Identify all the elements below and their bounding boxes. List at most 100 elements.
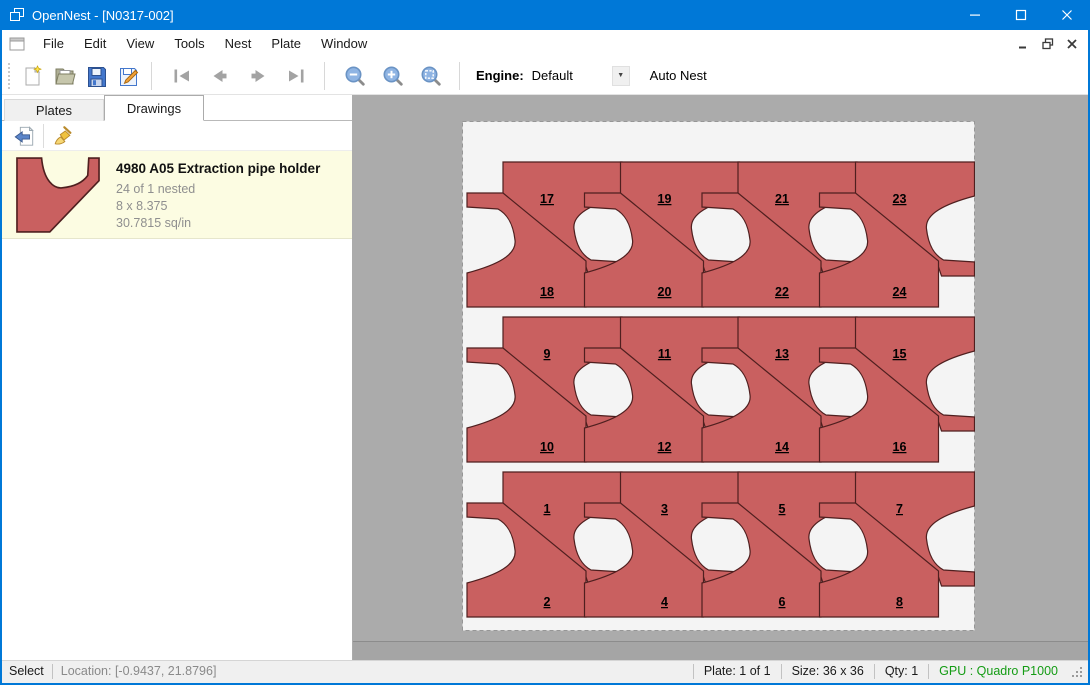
menu-file[interactable]: File [33, 32, 74, 55]
save-as-button[interactable] [113, 61, 145, 91]
status-gpu: GPU : Quadro P1000 [937, 664, 1060, 678]
part-label-13: 13 [775, 347, 789, 361]
panel-tabs: Plates Drawings [2, 95, 352, 121]
clean-broom-icon [52, 125, 74, 147]
mdi-restore-icon [1042, 38, 1054, 50]
new-file-button[interactable] [17, 61, 49, 91]
zoom-in-icon [381, 64, 405, 88]
drawing-part-shape [17, 158, 99, 232]
menu-window[interactable]: Window [311, 32, 377, 55]
part-label-15: 15 [893, 347, 907, 361]
plate[interactable]: 171819202122232491011121314151612345678 [462, 121, 975, 631]
engine-select[interactable]: Default [532, 68, 610, 83]
part-label-14: 14 [775, 440, 789, 454]
nav-prev-button[interactable] [204, 61, 236, 91]
menu-view[interactable]: View [116, 32, 164, 55]
menu-bar: FileEditViewToolsNestPlateWindow [2, 30, 1088, 57]
mdi-window-controls [1016, 37, 1088, 51]
clean-broom-button[interactable] [49, 122, 77, 150]
part-label-23: 23 [893, 192, 907, 206]
side-panel: Plates Drawings 4980 A05 Extraction pipe… [2, 95, 353, 660]
part-label-16: 16 [893, 440, 907, 454]
drawing-dimensions: 8 x 8.375 [116, 198, 320, 215]
toolbar-grip[interactable] [8, 63, 11, 89]
engine-dropdown-arrow[interactable]: ▼ [612, 66, 630, 86]
window-controls [952, 0, 1090, 30]
part-label-6: 6 [779, 595, 786, 609]
drawing-title: 4980 A05 Extraction pipe holder [116, 161, 320, 176]
part-label-22: 22 [775, 285, 789, 299]
part-label-10: 10 [540, 440, 554, 454]
part-label-21: 21 [775, 192, 789, 206]
part-label-5: 5 [779, 502, 786, 516]
save-button[interactable] [81, 61, 113, 91]
status-bar: Select Location: [-0.9437, 21.8796] Plat… [0, 660, 1090, 683]
toolbar-separator [459, 62, 460, 90]
menu-nest[interactable]: Nest [215, 32, 262, 55]
mdi-minimize-button[interactable] [1016, 37, 1032, 51]
part-label-12: 12 [658, 440, 672, 454]
part-label-7: 7 [896, 502, 903, 516]
tab-plates[interactable]: Plates [4, 99, 104, 121]
status-mode: Select [9, 664, 44, 678]
auto-nest-button[interactable]: Auto Nest [644, 64, 713, 87]
part-label-1: 1 [544, 502, 551, 516]
drawing-list-item[interactable]: 4980 A05 Extraction pipe holder 24 of 1 … [2, 151, 352, 239]
zoom-out-button[interactable] [339, 61, 371, 91]
mdi-close-button[interactable] [1064, 37, 1080, 51]
nav-next-button[interactable] [242, 61, 274, 91]
menu-tools[interactable]: Tools [164, 32, 214, 55]
import-drawing-button[interactable] [10, 122, 38, 150]
nav-last-icon [284, 64, 308, 88]
toolbar-separator [324, 62, 325, 90]
menu-plate[interactable]: Plate [261, 32, 311, 55]
nest-canvas[interactable]: 171819202122232491011121314151612345678 [353, 95, 1088, 660]
app-icon [9, 7, 25, 23]
zoom-fit-button[interactable] [415, 61, 447, 91]
nav-first-icon [170, 64, 194, 88]
import-drawing-icon [13, 125, 35, 147]
drawing-nested-count: 24 of 1 nested [116, 181, 320, 198]
horizontal-scrollbar[interactable] [353, 641, 1088, 660]
part-label-4: 4 [661, 595, 668, 609]
win-minimize-button[interactable] [952, 0, 998, 30]
drawing-thumbnail [10, 157, 106, 232]
win-maximize-icon [1015, 9, 1027, 21]
part-label-17: 17 [540, 192, 554, 206]
part-label-2: 2 [544, 595, 551, 609]
mdi-document-icon [9, 37, 25, 51]
status-location: Location: [-0.9437, 21.8796] [61, 664, 217, 678]
title-bar: OpenNest - [N0317-002] [0, 0, 1090, 30]
save-icon [85, 64, 109, 88]
part-label-20: 20 [658, 285, 672, 299]
nav-last-button[interactable] [280, 61, 312, 91]
win-close-button[interactable] [1044, 0, 1090, 30]
tab-drawings[interactable]: Drawings [104, 95, 204, 121]
mdi-restore-button[interactable] [1040, 37, 1056, 51]
win-maximize-button[interactable] [998, 0, 1044, 30]
part-label-9: 9 [544, 347, 551, 361]
main-toolbar: Engine: Default ▼ Auto Nest [2, 57, 1088, 95]
part-label-8: 8 [896, 595, 903, 609]
toolbar-separator [151, 62, 152, 90]
nav-first-button[interactable] [166, 61, 198, 91]
part-label-18: 18 [540, 285, 554, 299]
open-folder-button[interactable] [49, 61, 81, 91]
zoom-out-icon [343, 64, 367, 88]
status-size: Size: 36 x 36 [790, 664, 866, 678]
status-qty: Qty: 1 [883, 664, 920, 678]
zoom-in-button[interactable] [377, 61, 409, 91]
menu-items: FileEditViewToolsNestPlateWindow [33, 32, 377, 55]
win-minimize-icon [969, 9, 981, 21]
part-label-11: 11 [658, 347, 671, 361]
save-as-icon [117, 64, 141, 88]
open-folder-icon [53, 64, 77, 88]
nav-prev-icon [208, 64, 232, 88]
drawing-area: 30.7815 sq/in [116, 215, 320, 232]
menu-edit[interactable]: Edit [74, 32, 116, 55]
part-label-3: 3 [661, 502, 668, 516]
window-title: OpenNest - [N0317-002] [32, 8, 174, 23]
part-label-19: 19 [658, 192, 672, 206]
nav-next-icon [246, 64, 270, 88]
resize-grip[interactable] [1070, 665, 1084, 679]
